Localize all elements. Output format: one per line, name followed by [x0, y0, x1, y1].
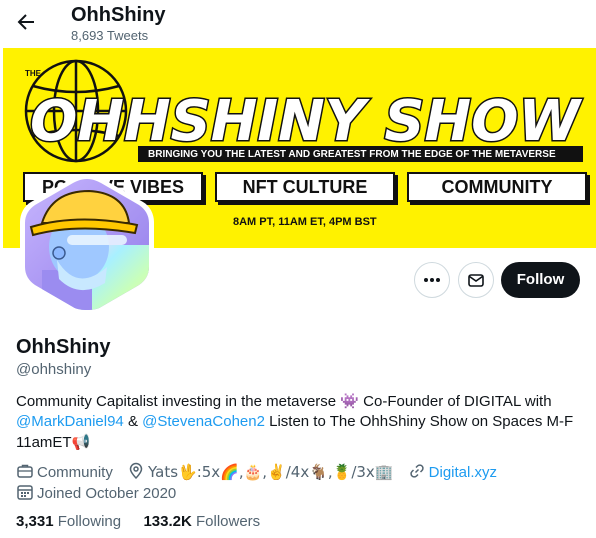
website-link[interactable]: Digital.xyz [429, 464, 497, 481]
profile-handle: @ohhshiny [16, 361, 92, 378]
calendar-icon [17, 485, 33, 500]
followers-link[interactable]: 133.2K Followers [143, 513, 260, 530]
message-button[interactable] [458, 262, 494, 298]
profile-meta-row-1: Community Yats🖖:5x🌈,🎂,✌️/4x🐐,🍍/3x🏢 Digit… [16, 462, 507, 481]
category-text: Community [37, 464, 113, 481]
banner-schedule: 8AM PT, 11AM ET, 4PM BST [233, 216, 377, 228]
bio-text: Listen to The OhhShiny Show on Spaces M-… [264, 413, 574, 430]
profile-meta-row-2: Joined October 2020 [16, 483, 186, 502]
banner-pill-community: COMMUNITY [407, 172, 587, 202]
profile-joined: Joined October 2020 [16, 483, 176, 502]
bio-text: 11amET [16, 434, 72, 451]
mention-link-markdaniel94[interactable]: @MarkDaniel94 [16, 413, 124, 430]
alien-emoji: 👾 [340, 392, 359, 410]
show-logo: OHHSHINY SHOW [29, 90, 585, 150]
profile-bio: Community Capitalist investing in the me… [16, 391, 586, 453]
following-count: 3,331 [16, 513, 54, 530]
location-pin-icon [129, 462, 143, 480]
banner-pill-nft: NFT CULTURE [215, 172, 395, 202]
mention-link-stevenacohen2[interactable]: @StevenaCohen2 [142, 413, 265, 430]
location-text: Yats🖖:5x🌈,🎂,✌️/4x🐐,🍍/3x🏢 [148, 463, 394, 481]
show-logo-text: OHHSHINY SHOW [30, 90, 583, 150]
banner-the: THE [25, 69, 41, 78]
bio-line-1: Community Capitalist investing in the me… [16, 391, 586, 412]
bio-line-3: 11amET📢 [16, 432, 586, 453]
joined-text: Joined October 2020 [37, 485, 177, 502]
avatar-hexagon [20, 175, 154, 314]
bio-line-2: @MarkDaniel94 & @StevenaCohen2 Listen to… [16, 412, 586, 432]
followers-label: Followers [195, 513, 261, 530]
follow-button[interactable]: Follow [501, 262, 580, 298]
profile-name: OhhShiny [16, 336, 111, 358]
link-icon [409, 464, 424, 478]
more-button[interactable] [414, 262, 450, 298]
profile-category: Community [16, 462, 113, 481]
megaphone-emoji: 📢 [71, 433, 91, 451]
profile-header: OhhShiny 8,693 Tweets [0, 0, 596, 48]
bio-text: Community Capitalist investing in the me… [16, 393, 341, 410]
back-arrow-icon[interactable] [14, 10, 38, 34]
followers-count: 133.2K [143, 513, 192, 530]
following-link[interactable]: 3,331 Following [16, 513, 125, 530]
profile-location: Yats🖖:5x🌈,🎂,✌️/4x🐐,🍍/3x🏢 [127, 462, 393, 481]
bio-text: Co-Founder of DIGITAL with [359, 393, 552, 410]
profile-website[interactable]: Digital.xyz [408, 462, 497, 481]
following-label: Following [57, 513, 122, 530]
briefcase-icon [17, 464, 33, 478]
follow-stats: 3,331 Following 133.2K Followers [16, 513, 260, 530]
bio-text: & [123, 413, 143, 430]
header-name: OhhShiny [71, 4, 166, 26]
banner-tagline: BRINGING YOU THE LATEST AND GREATEST FRO… [148, 149, 556, 160]
envelope-icon [468, 274, 484, 287]
avatar[interactable] [17, 175, 157, 315]
tweet-count: 8,693 Tweets [71, 28, 149, 43]
more-dots-icon [424, 278, 440, 282]
